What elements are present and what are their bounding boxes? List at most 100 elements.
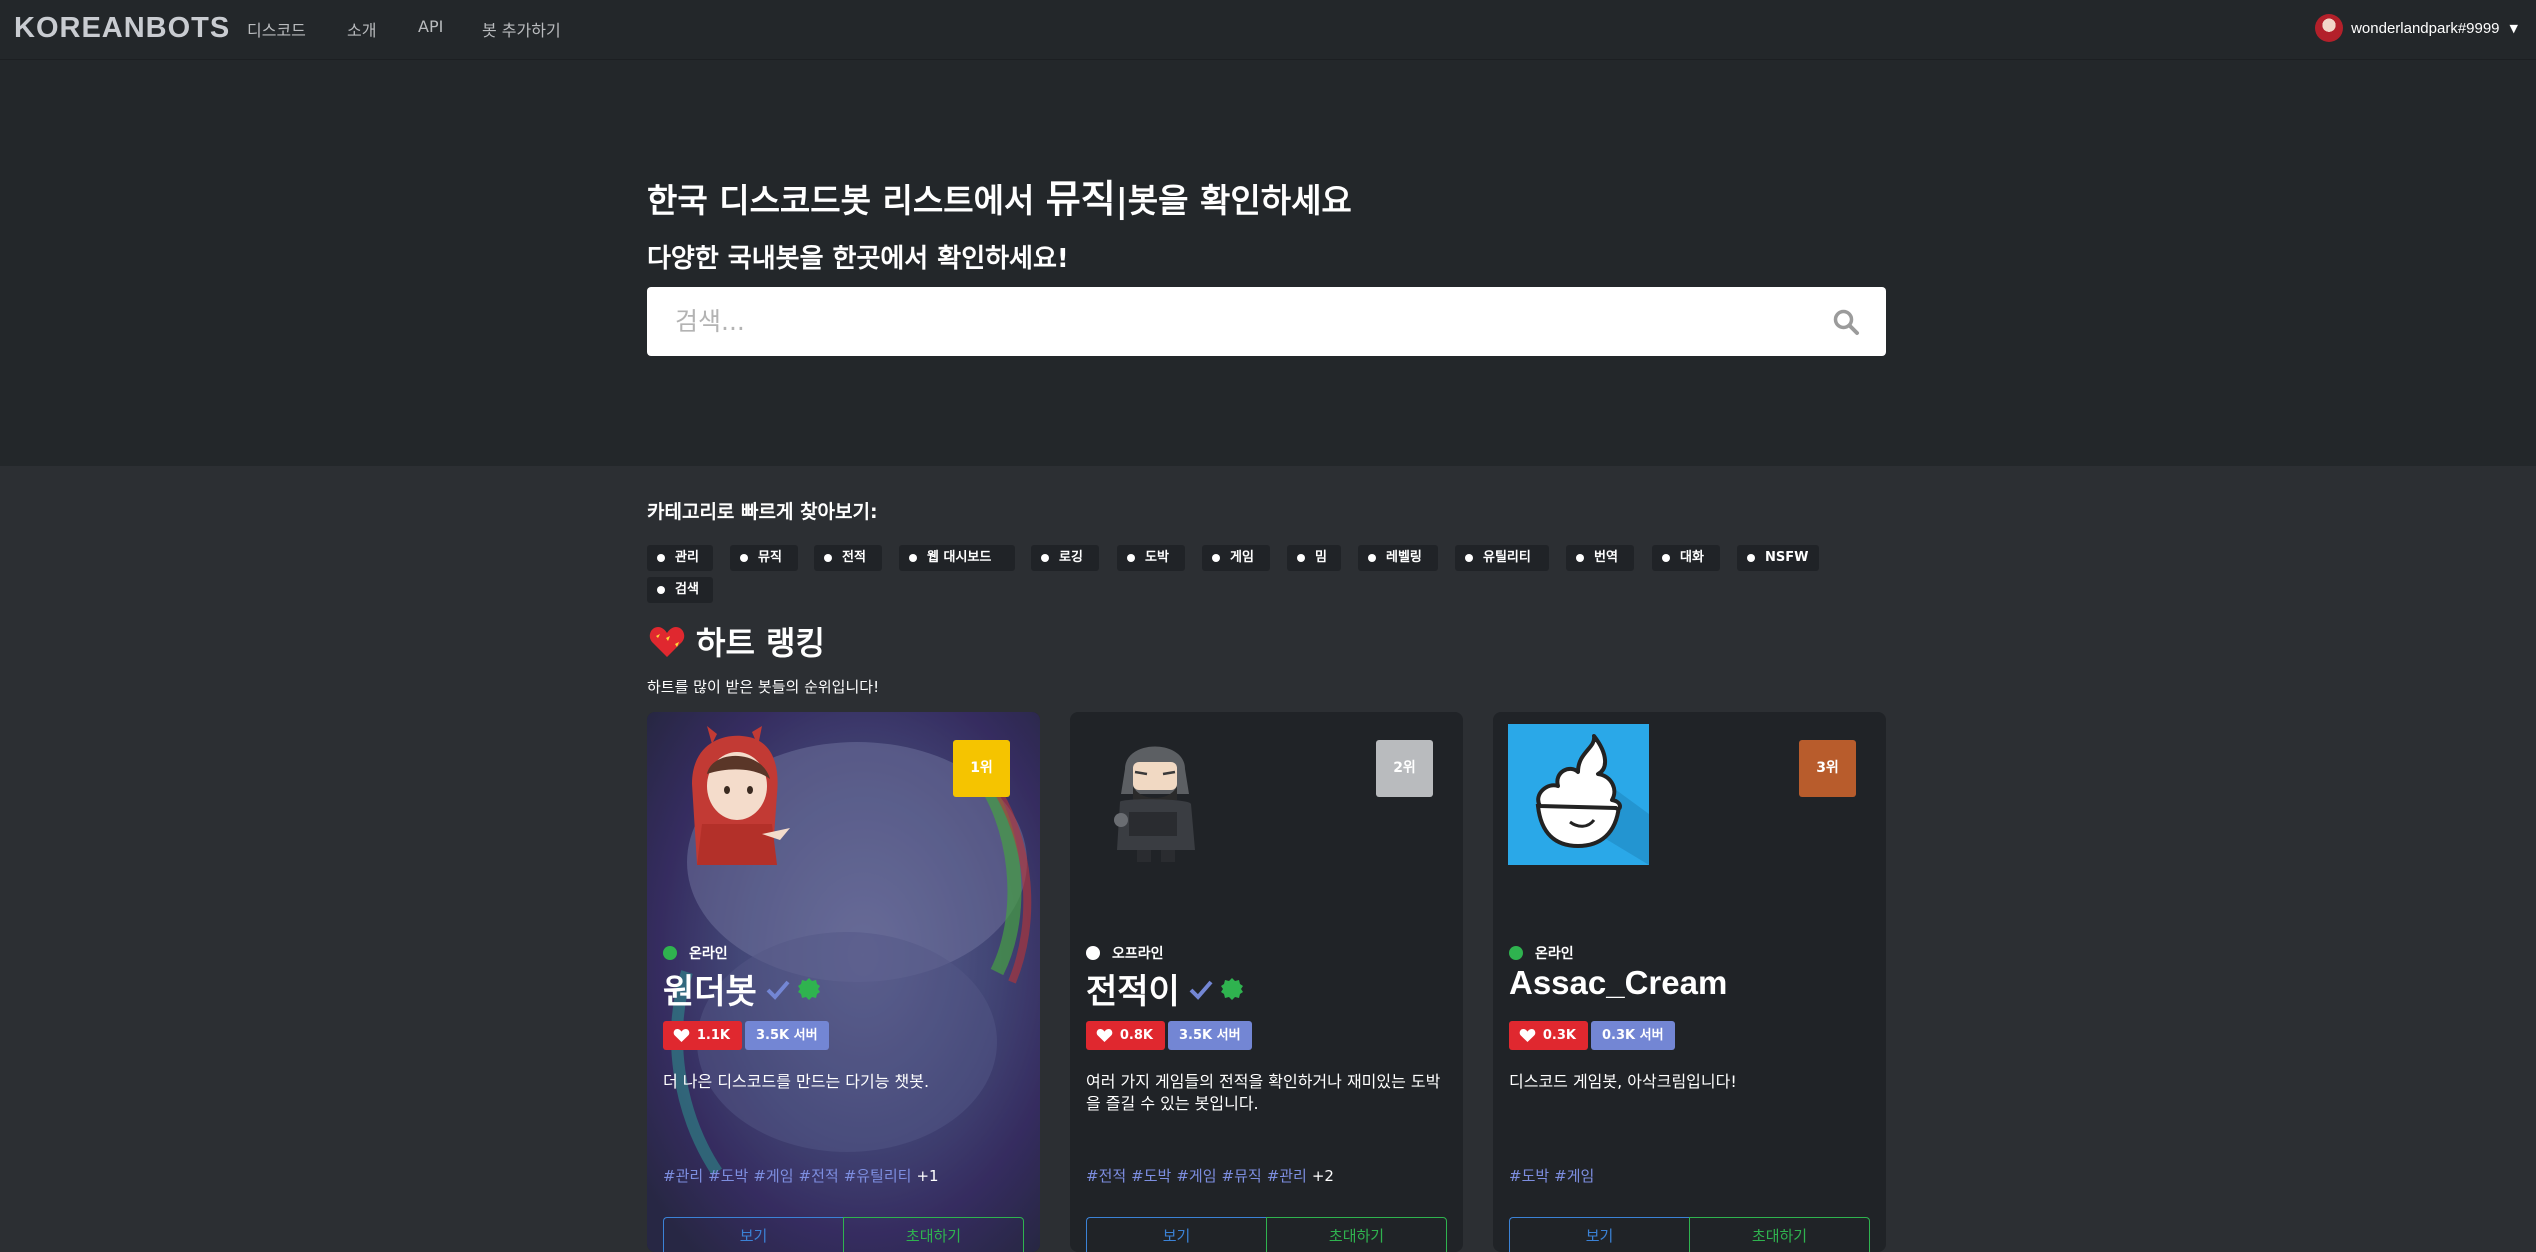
category-chip-chat[interactable]: 대화 <box>1652 545 1720 571</box>
status-offline-icon <box>1086 946 1100 960</box>
user-menu[interactable]: wonderlandpark#9999 ▼ <box>2315 13 2518 43</box>
tag-link[interactable]: #게임 <box>753 1167 793 1185</box>
category-label: 대화 <box>1680 550 1704 565</box>
bot-avatar <box>1114 746 1195 862</box>
category-chip-translate[interactable]: 번역 <box>1566 545 1634 571</box>
verified-check-icon <box>1189 980 1213 1000</box>
category-chip-gambling[interactable]: 도박 <box>1117 545 1185 571</box>
invite-button[interactable]: 초대하기 <box>843 1217 1024 1252</box>
avatar <box>2315 14 2344 42</box>
bot-card[interactable]: 2위 오프라인 전적이 0.8K 3.5K 서버 여러 가지 게임들의 전적을 … <box>1070 712 1463 1252</box>
category-chip-web-dashboard[interactable]: 웹 대시보드 <box>899 545 1015 571</box>
status-online-icon <box>1509 946 1523 960</box>
category-chip-record[interactable]: 전적 <box>814 545 882 571</box>
bot-card[interactable]: 1위 온라인 원더봇 1.1K 3.5K 서버 더 나은 디스코드를 만드는 다… <box>647 712 1040 1252</box>
status-online-icon <box>663 946 677 960</box>
tag-link[interactable]: #전적 <box>799 1167 839 1185</box>
nav-link-add-bot[interactable]: 봇 추가하기 <box>482 17 561 41</box>
search-icon[interactable] <box>1832 308 1860 336</box>
hero-title-suffix: 봇을 확인하세요 <box>1127 181 1352 220</box>
bot-name-row: Assac_Cream <box>1509 964 1727 1002</box>
bullet-icon <box>1297 554 1305 562</box>
bot-avatar <box>1508 724 1649 865</box>
category-chip-utility[interactable]: 유틸리티 <box>1455 545 1549 571</box>
verified-check-icon <box>766 980 790 1000</box>
bot-name[interactable]: Assac_Cream <box>1509 964 1727 1002</box>
view-button[interactable]: 보기 <box>663 1217 843 1252</box>
hero-section: 한국 디스코드봇 리스트에서 뮤직|봇을 확인하세요 다양한 국내봇을 한곳에서… <box>0 60 2536 466</box>
view-button[interactable]: 보기 <box>1086 1217 1266 1252</box>
category-chip-search[interactable]: 검색 <box>647 577 713 603</box>
rank-badge: 3위 <box>1799 740 1856 797</box>
invite-button[interactable]: 초대하기 <box>1266 1217 1447 1252</box>
bot-description: 더 나은 디스코드를 만드는 다기능 챗봇. <box>663 1072 930 1091</box>
bullet-icon <box>1465 554 1473 562</box>
category-chip-nsfw[interactable]: NSFW <box>1737 545 1819 571</box>
view-button[interactable]: 보기 <box>1509 1217 1689 1252</box>
nav-link-discord[interactable]: 디스코드 <box>247 17 306 41</box>
category-label: 로깅 <box>1059 550 1083 565</box>
card-actions: 보기 초대하기 <box>1086 1217 1447 1252</box>
category-chip-game[interactable]: 게임 <box>1202 545 1270 571</box>
tag-link[interactable]: #관리 <box>663 1167 703 1185</box>
category-chip-manage[interactable]: 관리 <box>647 545 713 571</box>
tag-link[interactable]: #전적 <box>1086 1167 1126 1185</box>
brand-logo[interactable]: KOREANBOTS <box>14 12 230 45</box>
tag-link[interactable]: #게임 <box>1554 1167 1594 1185</box>
bot-name[interactable]: 전적이 <box>1086 964 1180 1013</box>
tag-link[interactable]: #도박 <box>708 1167 748 1185</box>
nav-link-api[interactable]: API <box>418 17 443 36</box>
bot-avatar <box>692 726 790 865</box>
heart-count: 0.3K <box>1509 1021 1588 1050</box>
search-input[interactable] <box>647 287 1797 356</box>
categories-title: 카테고리로 빠르게 찾아보기: <box>647 501 878 523</box>
server-count: 0.3K 서버 <box>1591 1021 1675 1050</box>
heart-count-value: 1.1K <box>696 1028 730 1043</box>
typing-cursor: | <box>1115 181 1128 220</box>
rank-badge: 1위 <box>953 740 1010 797</box>
bullet-icon <box>657 586 665 594</box>
sparkling-heart-icon <box>649 627 685 657</box>
chevron-down-icon: ▼ <box>2509 21 2518 35</box>
tag-link[interactable]: #도박 <box>1509 1167 1549 1185</box>
tag-link[interactable]: #게임 <box>1176 1167 1216 1185</box>
category-chip-logging[interactable]: 로깅 <box>1031 545 1099 571</box>
heart-count-value: 0.8K <box>1119 1028 1153 1043</box>
tag-link[interactable]: #유틸리티 <box>844 1167 912 1185</box>
category-chip-leveling[interactable]: 레벨링 <box>1358 545 1438 571</box>
server-count: 3.5K 서버 <box>1168 1021 1252 1050</box>
hero-subtitle: 다양한 국내봇을 한곳에서 확인하세요! <box>647 244 1069 274</box>
invite-button[interactable]: 초대하기 <box>1689 1217 1870 1252</box>
bullet-icon <box>1127 554 1135 562</box>
bullet-icon <box>1212 554 1220 562</box>
bot-stats: 0.3K 0.3K 서버 <box>1509 1021 1675 1050</box>
tag-link[interactable]: #도박 <box>1131 1167 1171 1185</box>
heart-icon <box>673 1029 690 1042</box>
heart-icon <box>1519 1029 1536 1042</box>
nav-link-about[interactable]: 소개 <box>347 17 376 41</box>
category-label: 관리 <box>675 550 699 565</box>
category-chip-music[interactable]: 뮤직 <box>730 545 798 571</box>
bullet-icon <box>1576 554 1584 562</box>
tag-link[interactable]: #관리 <box>1267 1167 1307 1185</box>
bullet-icon <box>1662 554 1670 562</box>
partner-badge-icon <box>797 977 820 1000</box>
tag-link[interactable]: #뮤직 <box>1222 1167 1262 1185</box>
status-label: 오프라인 <box>1112 946 1164 962</box>
more-tags-count: +2 <box>1311 1167 1334 1185</box>
category-chip-meme[interactable]: 밈 <box>1287 545 1341 571</box>
bot-name-row: 원더봇 <box>663 964 821 1013</box>
bot-card[interactable]: 3위 온라인 Assac_Cream 0.3K 0.3K 서버 디스코드 게임봇… <box>1493 712 1886 1252</box>
bullet-icon <box>740 554 748 562</box>
category-label: 뮤직 <box>758 550 782 565</box>
bot-name[interactable]: 원더봇 <box>663 964 757 1013</box>
card-actions: 보기 초대하기 <box>663 1217 1024 1252</box>
status-label: 온라인 <box>689 946 728 962</box>
category-label: 웹 대시보드 <box>927 550 992 565</box>
heart-icon <box>1096 1029 1113 1042</box>
category-label: NSFW <box>1765 550 1809 565</box>
status-label: 온라인 <box>1535 946 1574 962</box>
hero-title: 한국 디스코드봇 리스트에서 뮤직|봇을 확인하세요 <box>647 168 1352 223</box>
more-tags-count: +1 <box>916 1167 939 1185</box>
navbar: KOREANBOTS 디스코드 소개 API 봇 추가하기 wonderland… <box>0 0 2536 60</box>
